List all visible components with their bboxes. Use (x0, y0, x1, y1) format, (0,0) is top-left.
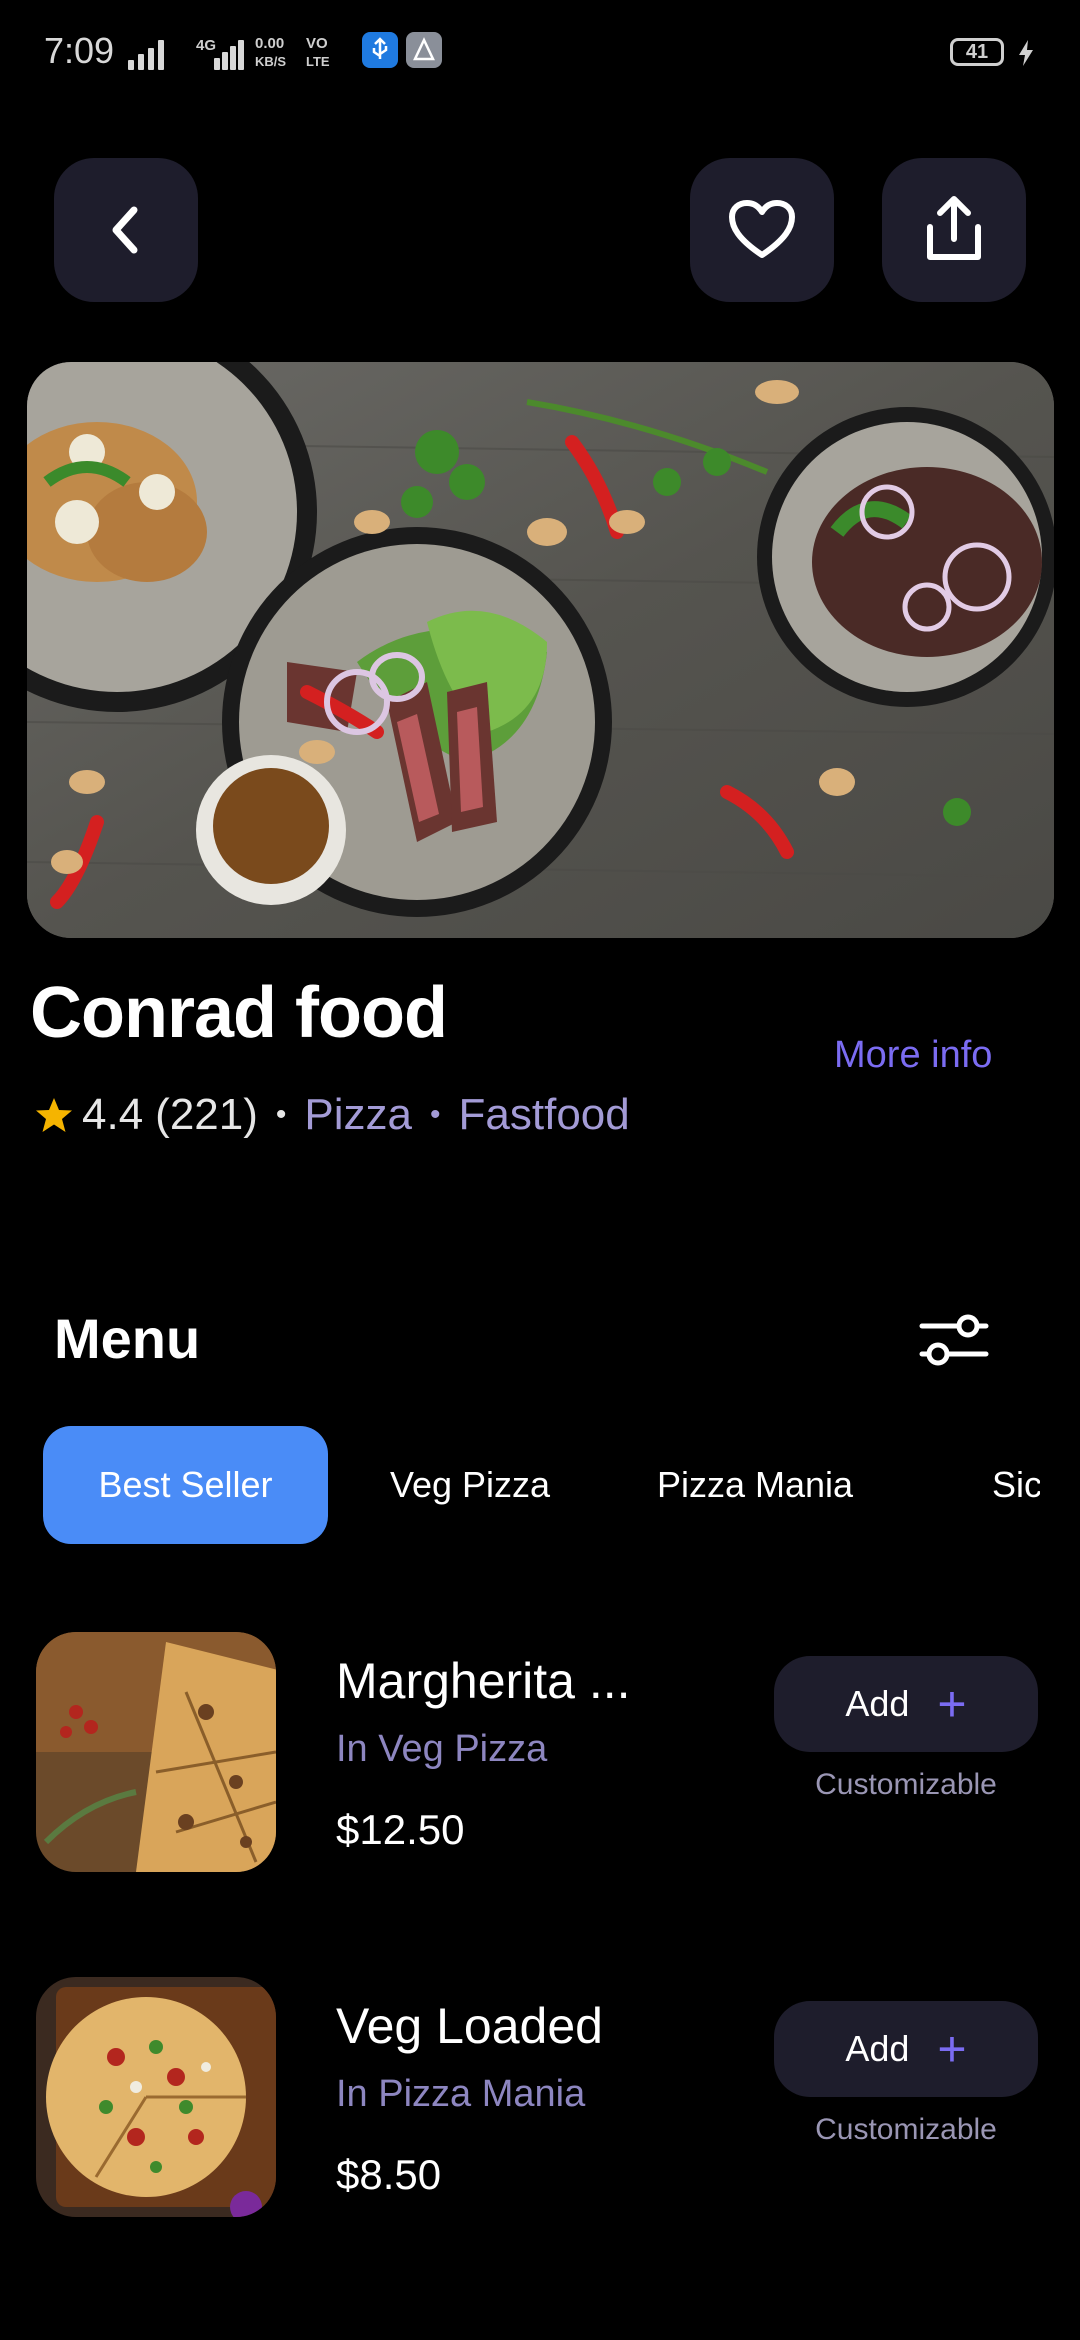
menu-item-name: Margherita ... (336, 1653, 631, 1709)
menu-item-price: $8.50 (336, 2151, 442, 2198)
rating-row: 4.4 (221) • Pizza • Fastfood (34, 1090, 630, 1140)
star-icon (36, 1098, 72, 1132)
tab-pizza-mania[interactable]: Pizza Mania (630, 1426, 880, 1544)
back-icon (112, 206, 138, 254)
filter-icon (919, 1314, 989, 1366)
add-button[interactable]: Add + (774, 1656, 1038, 1752)
menu-item-image[interactable] (36, 1632, 276, 1872)
category-pizza: Pizza (304, 1090, 412, 1139)
app-notification-icon (406, 32, 442, 68)
menu-item-category: In Veg Pizza (336, 1728, 548, 1770)
restaurant-hero-image (27, 362, 1054, 938)
tab-veg-pizza[interactable]: Veg Pizza (360, 1426, 580, 1544)
menu-title: Menu (54, 1307, 201, 1370)
volte-top: VO (306, 35, 328, 52)
status-time: 7:09 (44, 30, 115, 71)
tab-best-seller[interactable]: Best Seller (43, 1426, 328, 1544)
menu-item-image[interactable] (36, 1977, 276, 2217)
menu-tabs: Best Seller Veg Pizza Pizza Mania Sic (0, 1426, 1040, 1544)
share-icon (927, 196, 981, 260)
add-label: Add (845, 2028, 910, 2069)
share-button[interactable] (882, 158, 1026, 302)
data-speed-value: 0.00 (255, 35, 285, 52)
plus-icon: + (937, 1676, 967, 1732)
rating-value: 4.4 (82, 1090, 144, 1139)
add-label: Add (845, 1683, 910, 1724)
menu-item-price: $12.50 (336, 1806, 465, 1853)
data-speed-unit: KB/S (255, 54, 287, 69)
charging-icon (1016, 38, 1036, 68)
network-type: 4G (196, 37, 217, 54)
review-count: (221) (155, 1090, 258, 1139)
favorite-button[interactable] (690, 158, 834, 302)
plus-icon: + (937, 2021, 967, 2077)
battery-indicator: 41 (950, 38, 1004, 66)
back-button[interactable] (54, 158, 198, 302)
tab-sides[interactable]: Sic (960, 1426, 1040, 1544)
more-info-link[interactable]: More info (834, 1034, 992, 1077)
menu-item-name: Veg Loaded (336, 1998, 603, 2054)
heart-icon (729, 200, 795, 258)
filter-button[interactable] (918, 1310, 990, 1370)
separator-dot: • (275, 1098, 287, 1131)
menu-item-category: In Pizza Mania (336, 2073, 586, 2115)
customizable-label: Customizable (815, 1768, 997, 1801)
add-button[interactable]: Add + (774, 2001, 1038, 2097)
category-fastfood: Fastfood (458, 1090, 630, 1139)
restaurant-name: Conrad food (30, 973, 448, 1053)
volte-bottom: LTE (306, 54, 330, 69)
signal-icon (128, 40, 174, 70)
signal-icon-2 (214, 40, 244, 70)
customizable-label: Customizable (815, 2113, 997, 2146)
usb-icon (362, 32, 398, 68)
separator-dot: • (430, 1098, 441, 1131)
